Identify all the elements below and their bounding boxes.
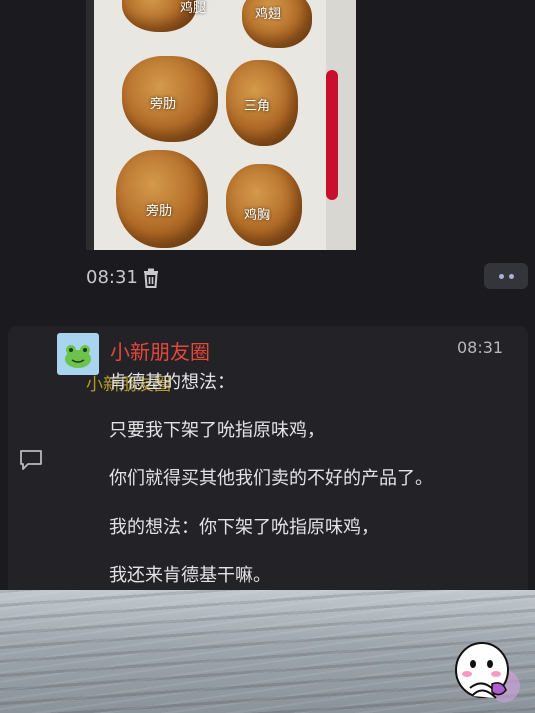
frog-avatar-icon[interactable] [57,333,99,375]
card-time: 08:31 [457,338,504,357]
more-button[interactable] [484,263,528,289]
post-text-line: 肯德基的想法： [109,372,235,393]
photo-label: 旁肋 [146,204,173,219]
more-dots-icon [498,273,504,279]
cartoon-sticker-icon[interactable] [452,640,522,708]
post-photo[interactable]: 鸡腿 鸡翅 旁肋 三角 旁肋 鸡胸 [86,0,356,250]
photo-label: 鸡翅 [255,7,282,22]
chicken-piece [116,150,208,248]
photo-label: 鸡胸 [244,208,271,223]
photo-label: 鸡腿 [180,1,207,16]
post-text-line: 我还来肯德基干嘛。 [109,565,271,586]
photo-red-strip [326,70,338,200]
trash-icon[interactable] [142,268,160,288]
photo-label: 三角 [244,99,271,114]
photo-label: 旁肋 [150,97,177,112]
post-text-line: 你们就得买其他我们卖的不好的产品了。 [109,468,433,489]
post-time: 08:31 [86,267,138,288]
comment-icon[interactable] [19,449,43,471]
channel-name[interactable]: 小新朋友圈 [110,336,210,365]
post-text-line: 我的想法：你下架了吮指原味鸡， [109,517,379,538]
post-text-line: 只要我下架了吮指原味鸡， [109,420,325,441]
more-dots-icon [508,273,514,279]
